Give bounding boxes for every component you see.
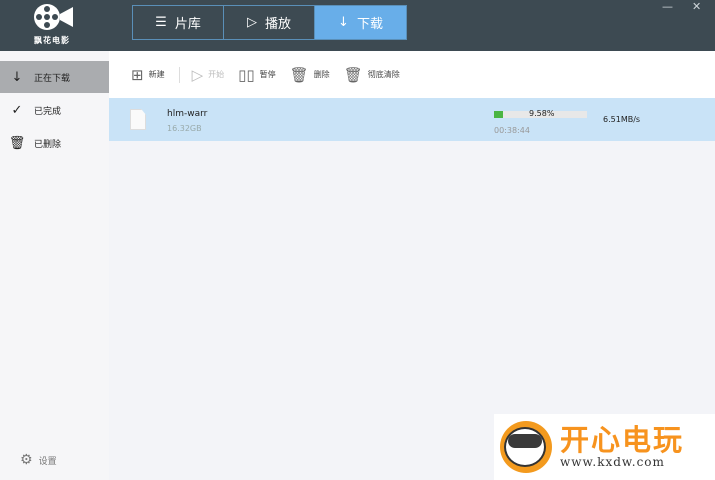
download-speed: 6.51MB/s [603,115,641,124]
sidebar-item-label: 正在下载 [34,73,71,84]
delete-button[interactable]: 🗑 删除 [290,66,330,84]
app-name: 飘花电影 [34,36,70,45]
file-icon [130,109,146,130]
file-size: 16.32GB [167,124,202,133]
sidebar-item-label: 已完成 [34,106,62,117]
file-name: hlm-warr [167,109,208,119]
sidebar-item-downloading[interactable]: ↓ 正在下载 [0,61,109,93]
tab-play[interactable]: ▷ 播放 [224,6,315,39]
sidebar-item-deleted[interactable]: 🗑 已删除 [0,127,109,159]
purge-label: 彻底清除 [367,70,400,79]
tab-download[interactable]: ↓ 下载 [315,6,406,39]
play-icon: ▷ [191,65,204,84]
settings-label: 设置 [38,456,57,467]
add-file-icon: ⊞ [131,65,144,84]
start-button[interactable]: ▷ 开始 [192,66,225,84]
main-tabs: ☰ 片库 ▷ 播放 ↓ 下载 [132,5,407,40]
film-camera-icon [34,4,73,30]
trash-outline-icon: 🗑 [343,65,363,84]
progress-fill [494,111,503,118]
sidebar-item-label: 已删除 [34,139,62,150]
download-icon: ↓ [11,69,23,85]
check-circle-icon: ✓ [11,102,23,118]
mascot-logo [500,421,552,473]
ad-url: www.kxdw.com [560,455,665,469]
tab-label: 片库 [174,17,201,32]
toolbar: ⊞ 新建 ▷ 开始 ▯▯ 暂停 🗑 删除 🗑 彻底清除 [109,51,715,98]
new-label: 新建 [148,70,165,79]
tab-label: 下载 [356,17,383,32]
sidebar: ↓ 正在下载 ✓ 已完成 🗑 已删除 [0,51,109,480]
time-remaining: 00:38:44 [494,126,530,135]
minimize-button[interactable]: — [662,0,673,13]
purge-button[interactable]: 🗑 彻底清除 [344,66,400,84]
play-icon: ▷ [246,15,257,30]
app-logo: 飘花电影 [27,2,77,46]
header: 飘花电影 ☰ 片库 ▷ 播放 ↓ 下载 — ✕ [0,0,715,51]
pause-button[interactable]: ▯▯ 暂停 [238,66,276,84]
new-button[interactable]: ⊞ 新建 [131,66,165,84]
tab-label: 播放 [264,17,291,32]
pause-label: 暂停 [259,70,276,79]
trash-icon: 🗑 [289,65,309,84]
trash-icon: 🗑 [8,135,26,151]
ad-title: 开心电玩 [560,423,685,457]
download-icon: ↓ [338,15,349,30]
pause-icon: ▯▯ [238,65,255,84]
start-label: 开始 [208,70,225,79]
sidebar-item-completed[interactable]: ✓ 已完成 [0,94,109,126]
gear-icon: ⚙ [20,452,33,468]
delete-label: 删除 [313,70,330,79]
divider [178,66,180,83]
watermark-ad: 开心电玩 www.kxdw.com [494,414,715,480]
tab-library[interactable]: ☰ 片库 [133,6,224,39]
list-icon: ☰ [155,15,167,30]
close-button[interactable]: ✕ [692,0,701,13]
settings-button[interactable]: ⚙ 设置 [20,452,57,468]
progress-text: 9.58% [529,109,555,118]
download-row[interactable]: hlm-warr 16.32GB 9.58% 00:38:44 6.51MB/s [109,98,715,141]
